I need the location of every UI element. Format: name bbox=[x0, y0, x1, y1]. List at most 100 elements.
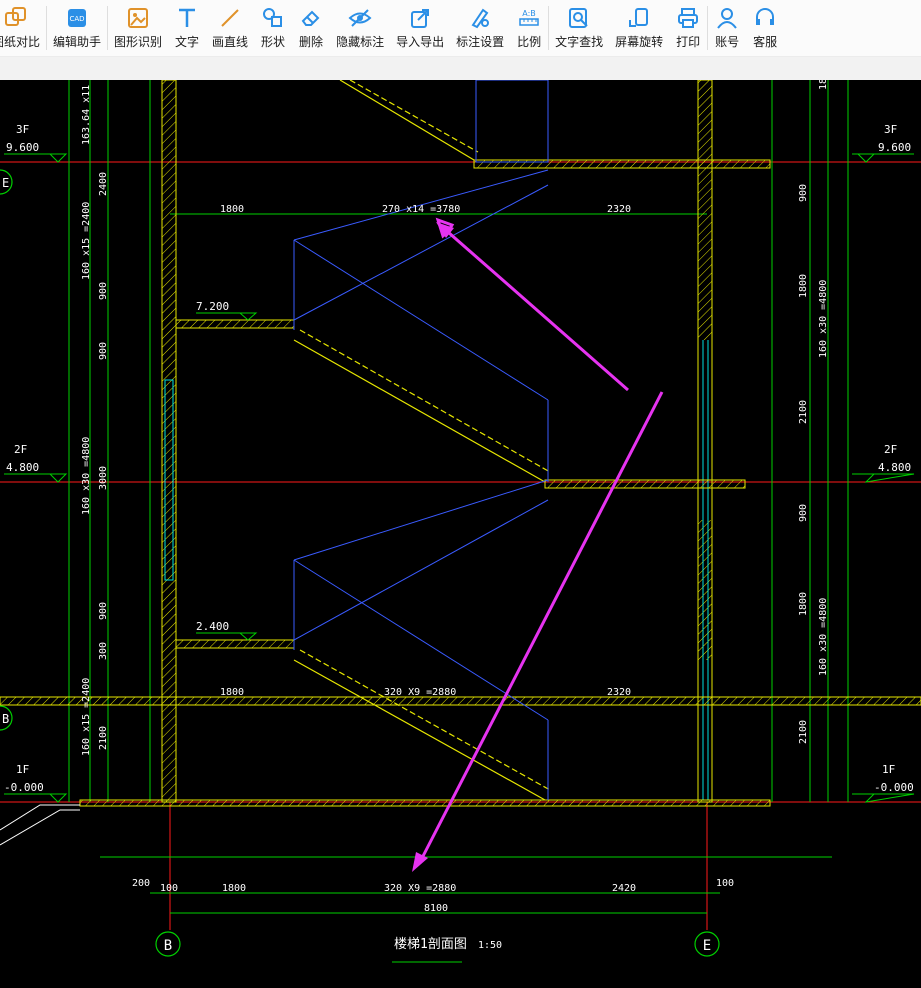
annotation-arrows bbox=[412, 217, 664, 872]
shape-recognition-icon bbox=[125, 5, 151, 31]
tool-line[interactable]: 画直线 bbox=[206, 0, 254, 56]
landing-level-7200: 7.200 bbox=[196, 300, 229, 313]
tool-label: 文字查找 bbox=[555, 35, 604, 49]
tool-annotation-settings[interactable]: 标注设置 bbox=[450, 0, 510, 56]
level-9600-left: 9.600 bbox=[6, 141, 39, 154]
tool-import-export[interactable]: 导入导出 bbox=[390, 0, 450, 56]
tool-shapes[interactable]: 形状 bbox=[254, 0, 292, 56]
left-dim-2: 2400 bbox=[98, 172, 109, 196]
account-icon bbox=[714, 5, 740, 31]
left-dim-10: 160 x15 =2400 bbox=[81, 678, 92, 756]
tool-text[interactable]: 文字 bbox=[168, 0, 206, 56]
rotate-screen-icon bbox=[626, 5, 652, 31]
tool-customer-service[interactable]: 客服 bbox=[746, 0, 784, 56]
tool-print[interactable]: 打印 bbox=[669, 0, 707, 56]
svg-text:A:B: A:B bbox=[522, 9, 536, 18]
axis-e-label: E bbox=[703, 938, 711, 954]
floor-1f-right: 1F bbox=[882, 763, 895, 776]
tool-label: 客服 bbox=[753, 35, 778, 49]
text-search-icon bbox=[566, 5, 592, 31]
ground-slope bbox=[0, 804, 80, 846]
dim-mid-right: 2320 bbox=[607, 687, 631, 698]
right-dim-4: 2100 bbox=[798, 400, 809, 424]
compare-icon bbox=[3, 5, 29, 31]
toolbar: 图纸对比 CAD 编辑助手 图形识别 文字 画直线 形状 删除 bbox=[0, 0, 921, 57]
tool-compare[interactable]: 图纸对比 bbox=[0, 0, 46, 56]
shapes-icon bbox=[260, 5, 286, 31]
level-0000-right: -0.000 bbox=[874, 781, 914, 794]
tool-scale[interactable]: A:B 比例 bbox=[510, 0, 548, 56]
dim-mid-mid: 320 X9 =2880 bbox=[384, 687, 456, 698]
left-dim-9: 300 bbox=[98, 642, 109, 660]
edit-assistant-icon: CAD bbox=[64, 5, 90, 31]
right-dim-8: 2100 bbox=[798, 720, 809, 744]
right-dim-6: 1800 bbox=[798, 592, 809, 616]
drawing-scale: 1:50 bbox=[478, 940, 502, 951]
tool-text-search[interactable]: 文字查找 bbox=[549, 0, 609, 56]
left-dim-5: 900 bbox=[98, 342, 109, 360]
right-dim-2: 1800 bbox=[798, 274, 809, 298]
tool-label: 导入导出 bbox=[396, 35, 445, 49]
tool-label: 图纸对比 bbox=[0, 35, 41, 49]
tool-rotate-screen[interactable]: 屏幕旋转 bbox=[609, 0, 669, 56]
right-dim-top-cut: 18 bbox=[818, 80, 829, 90]
floor-2f-right: 2F bbox=[884, 443, 897, 456]
floor-level-lines bbox=[0, 161, 921, 930]
tool-edit-assistant[interactable]: CAD 编辑助手 bbox=[47, 0, 107, 56]
right-dim-7: 160 x30 =4800 bbox=[818, 598, 829, 676]
tool-label: 删除 bbox=[299, 35, 324, 49]
axis-left-bot-label: B bbox=[2, 712, 9, 726]
right-dim-5: 900 bbox=[798, 504, 809, 522]
tool-account[interactable]: 账号 bbox=[708, 0, 746, 56]
floor-3f-right: 3F bbox=[884, 123, 897, 136]
dim-mid-left: 1800 bbox=[220, 687, 244, 698]
tool-label: 文字 bbox=[175, 35, 200, 49]
eraser-icon bbox=[298, 5, 324, 31]
left-dimension-lines bbox=[68, 80, 849, 802]
tool-label: 屏幕旋转 bbox=[615, 35, 664, 49]
axis-left-top-label: E bbox=[2, 176, 9, 190]
right-dim-texts: 18 900 1800 160 x30 =4800 2100 900 1800 … bbox=[798, 78, 829, 744]
tool-label: 图形识别 bbox=[114, 35, 163, 49]
right-dim-1: 900 bbox=[798, 184, 809, 202]
level-0000-left: -0.000 bbox=[4, 781, 44, 794]
dim-top-right: 2320 bbox=[607, 204, 631, 215]
tool-label: 画直线 bbox=[212, 35, 249, 49]
tool-label: 比例 bbox=[517, 35, 542, 49]
drawing-canvas[interactable]: B E E B 3F 9.600 3F 9.600 2F 4.800 2F 4.… bbox=[0, 67, 921, 984]
dim-bot-mid: 320 X9 =2880 bbox=[384, 883, 456, 894]
left-dim-7: 3000 bbox=[98, 466, 109, 490]
dim-bot-total: 8100 bbox=[424, 903, 448, 914]
import-export-icon bbox=[407, 5, 433, 31]
dim-bot-100b: 100 bbox=[716, 878, 734, 889]
dim-bot-2420: 2420 bbox=[612, 883, 636, 894]
tool-shape-recognition[interactable]: 图形识别 bbox=[108, 0, 168, 56]
floor-2f-left: 2F bbox=[14, 443, 27, 456]
dim-top-mid: 270 x14 =3780 bbox=[382, 204, 460, 215]
dim-bot-100a: 100 bbox=[160, 883, 178, 894]
tool-label: 编辑助手 bbox=[53, 35, 102, 49]
tool-label: 形状 bbox=[261, 35, 286, 49]
drawing-title: 楼梯1剖面图 bbox=[394, 937, 467, 952]
dim-bot-200: 200 bbox=[132, 878, 150, 889]
left-dim-8: 900 bbox=[98, 602, 109, 620]
tool-label: 账号 bbox=[715, 35, 740, 49]
level-9600-right: 9.600 bbox=[878, 141, 911, 154]
svg-text:CAD: CAD bbox=[69, 15, 84, 23]
toolbar-gap bbox=[0, 57, 921, 80]
tool-label: 隐藏标注 bbox=[336, 35, 385, 49]
tool-hide-annotation[interactable]: 隐藏标注 bbox=[330, 0, 390, 56]
annotation-settings-icon bbox=[467, 5, 493, 31]
floor-slabs bbox=[0, 159, 921, 807]
text-icon bbox=[174, 5, 200, 31]
axis-b-label: B bbox=[164, 938, 172, 954]
level-4800-right: 4.800 bbox=[878, 461, 911, 474]
tool-delete[interactable]: 删除 bbox=[292, 0, 330, 56]
right-dim-3: 160 x30 =4800 bbox=[818, 280, 829, 358]
tool-label: 标注设置 bbox=[456, 35, 505, 49]
left-dim-4: 900 bbox=[98, 282, 109, 300]
left-dim-3: 160 x15 =2400 bbox=[81, 202, 92, 280]
headset-icon bbox=[752, 5, 778, 31]
left-dim-11: 2100 bbox=[98, 726, 109, 750]
floor-3f-left: 3F bbox=[16, 123, 29, 136]
